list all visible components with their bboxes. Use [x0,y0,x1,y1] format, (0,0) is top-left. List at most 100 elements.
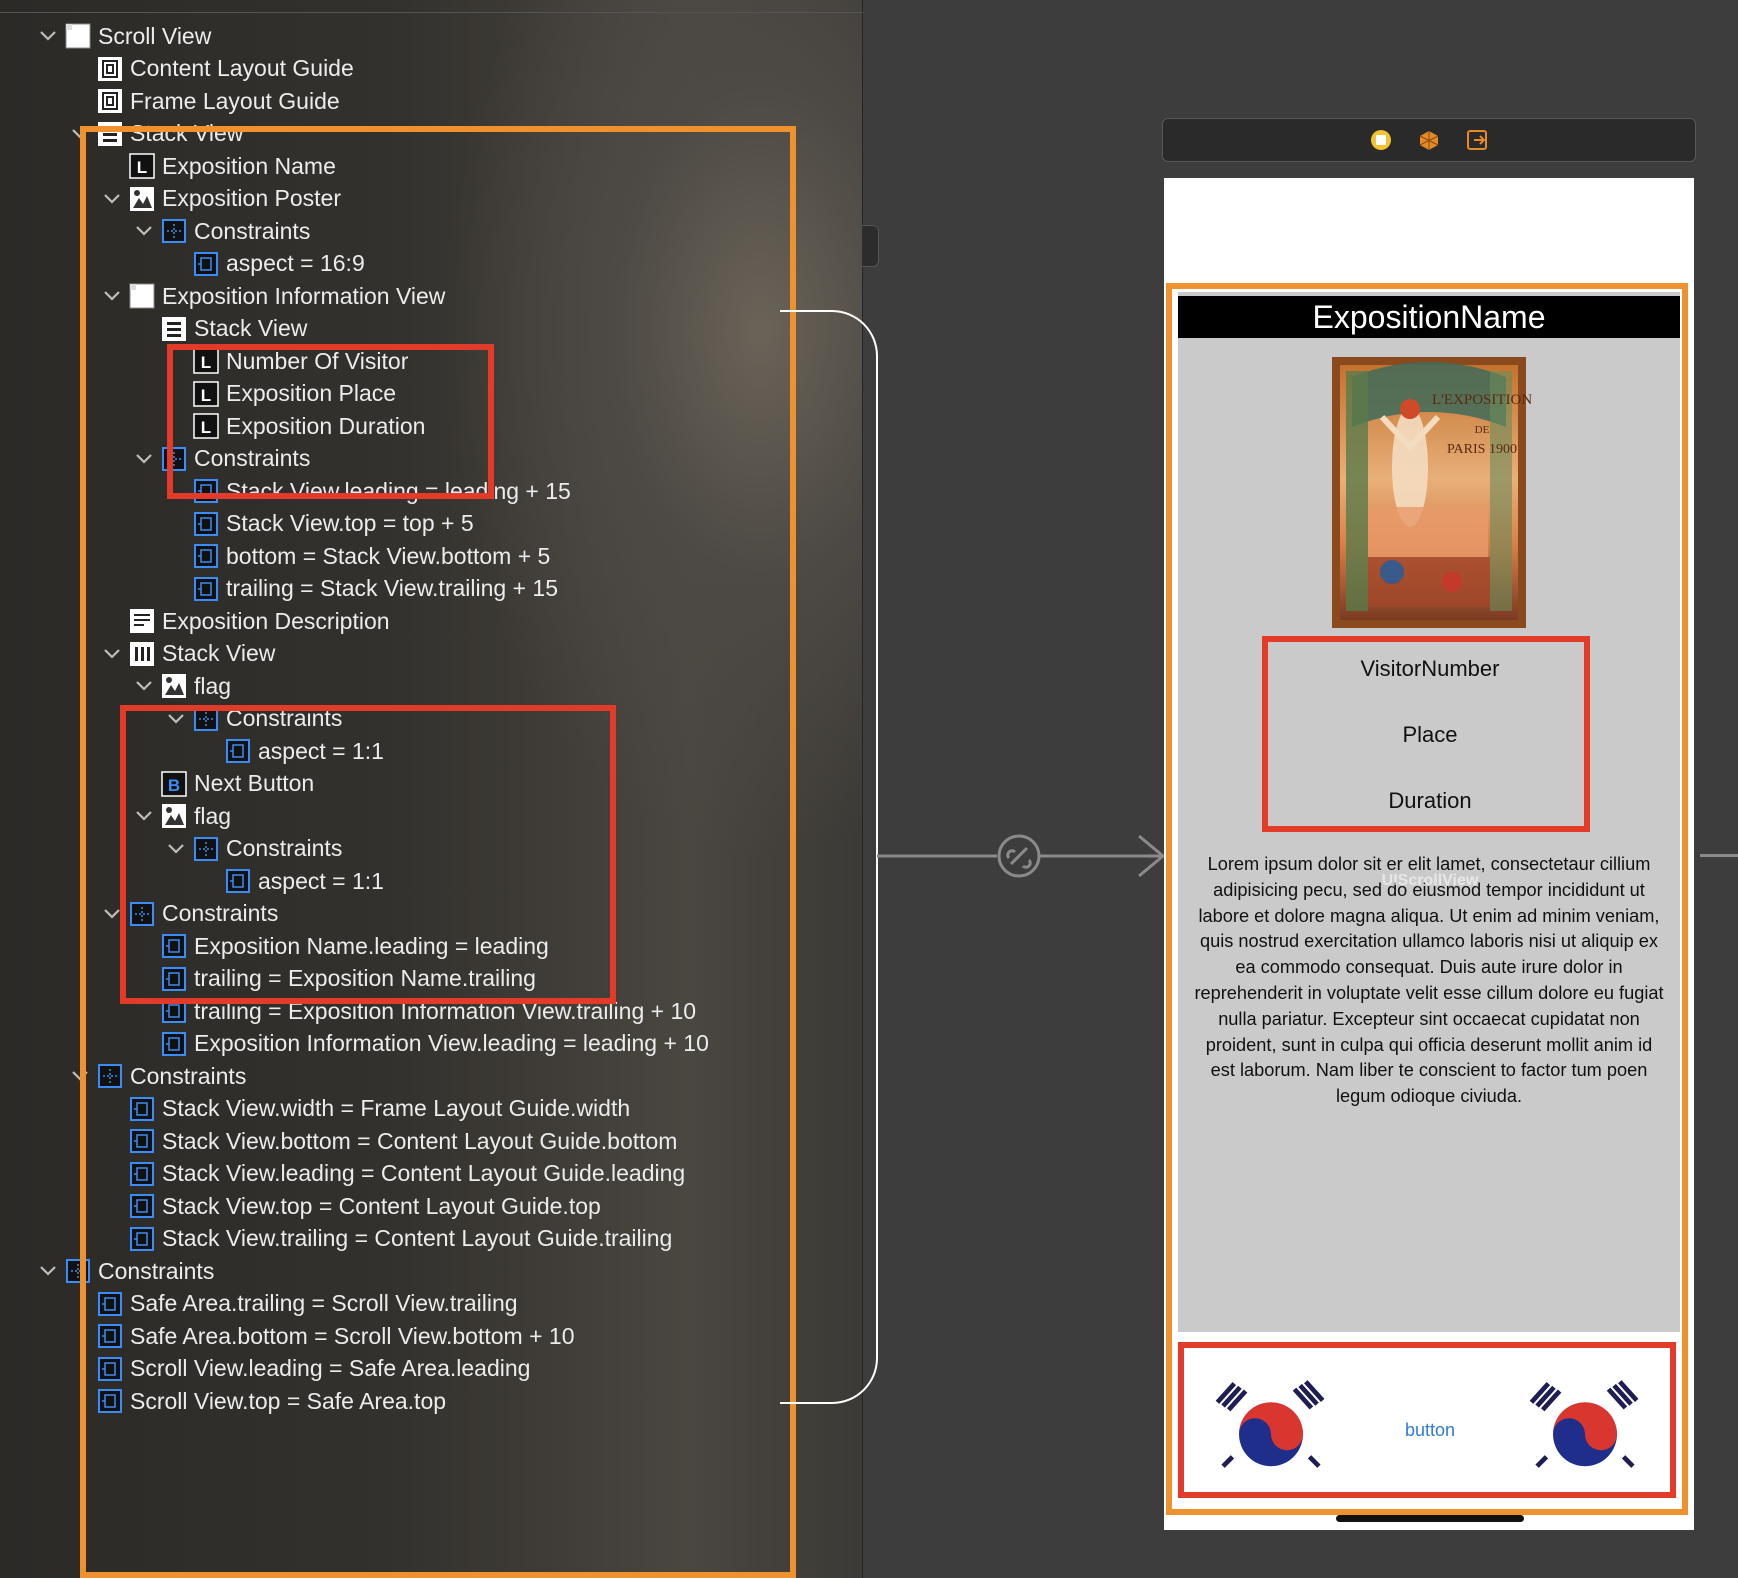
home-indicator [1336,1515,1524,1522]
outline-row[interactable]: L Exposition Place [165,377,396,411]
disclosure-chevron-icon[interactable] [101,188,123,210]
outline-row[interactable]: Exposition Description [101,604,390,638]
outline-row[interactable]: Stack View.bottom = Content Layout Guide… [101,1124,677,1158]
outline-row[interactable]: Constraints [133,442,310,476]
outline-row[interactable]: Stack View [69,117,243,151]
segue-arrow[interactable] [877,820,1167,892]
outline-row[interactable]: Scroll View.top = Safe Area.top [69,1384,446,1418]
scroll-view-ghost-label: UIScrollView [1381,872,1479,889]
outline-row[interactable]: Exposition Name.leading = leading [133,929,549,963]
outline-row[interactable]: Constraints [37,1254,214,1288]
outline-row-label: Scroll View [98,22,212,49]
outline-row[interactable]: Stack View.leading = leading + 15 [165,474,571,508]
outline-row-label: Exposition Information View [162,282,446,309]
outline-row-label: Safe Area.trailing = Scroll View.trailin… [130,1290,518,1316]
flag-right-image[interactable] [1520,1376,1650,1470]
outline-row[interactable]: trailing = Exposition Information View.t… [133,994,696,1028]
disclosure-chevron-icon[interactable] [69,1065,91,1087]
outline-row[interactable]: trailing = Exposition Name.trailing [133,962,536,996]
constraint-icon [97,1356,123,1382]
outline-row[interactable]: aspect = 16:9 [165,247,365,281]
label-icon: L [193,348,219,374]
exposition-name-label[interactable]: ExpositionName [1178,296,1680,338]
outline-row[interactable]: Constraints [165,702,342,736]
disclosure-chevron-icon[interactable] [133,805,155,827]
outline-row[interactable]: aspect = 1:1 [197,864,384,898]
outline-row[interactable]: Content Layout Guide [69,52,354,86]
outline-row-label: trailing = Exposition Information View.t… [194,997,697,1024]
exposition-description-text[interactable]: Lorem ipsum dolor sit er elit lamet, con… [1178,852,1680,1110]
disclosure-chevron-icon[interactable] [165,838,187,860]
outline-row-label: Stack View [162,640,276,666]
disclosure-chevron-icon[interactable] [133,675,155,697]
disclosure-chevron-icon[interactable] [37,25,59,47]
outline-row[interactable]: L Exposition Name [101,149,336,183]
outline-row[interactable]: Constraints [165,832,342,866]
disclosure-chevron-icon[interactable] [133,448,155,470]
first-responder-icon[interactable] [1418,129,1440,151]
disclosure-chevron-icon[interactable] [37,1260,59,1282]
outline-row[interactable]: flag [133,669,231,703]
outline-row[interactable]: Exposition Poster [101,182,341,216]
outline-row-label: flag [194,672,232,699]
outline-row[interactable]: bottom = Stack View.bottom + 5 [165,539,550,573]
outline-row-label: Stack View.top = top + 5 [226,510,474,536]
outline-row-label: aspect = 1:1 [258,737,384,764]
outline-row[interactable]: Stack View.top = Content Layout Guide.to… [101,1189,601,1223]
outline-row[interactable]: Safe Area.bottom = Scroll View.bottom + … [69,1319,575,1353]
disclosure-chevron-icon[interactable] [101,903,123,925]
outline-row[interactable]: flag [133,799,231,833]
outline-row[interactable]: Scroll View.leading = Safe Area.leading [69,1352,530,1386]
outline-row[interactable]: Stack View.trailing = Content Layout Gui… [101,1222,672,1256]
visitor-number-label[interactable]: VisitorNumber [1280,656,1580,682]
outline-row[interactable]: Safe Area.trailing = Scroll View.trailin… [69,1287,518,1321]
view-controller-icon[interactable] [1370,129,1392,151]
outline-row[interactable]: Stack View.leading = Content Layout Guid… [101,1157,685,1191]
outline-row[interactable]: Stack View.width = Frame Layout Guide.wi… [101,1092,630,1126]
outline-row[interactable]: Scroll View [37,19,211,53]
outline-row-label: Exposition Place [226,380,397,406]
description-line: est laborum. Nam liber te conscient to f… [1210,1060,1648,1081]
outline-row[interactable]: B Next Button [133,767,314,801]
outline-row-label: Constraints [130,1062,247,1089]
place-label[interactable]: Place [1280,722,1580,748]
disclosure-chevron-icon[interactable] [69,123,91,145]
outline-row[interactable]: Stack View.top = top + 5 [165,507,474,541]
canvas-scroll-handle[interactable] [862,225,879,267]
constraints-icon [129,901,155,927]
outline-row-label: Stack View.leading = Content Layout Guid… [162,1160,686,1186]
outline-row[interactable]: L Exposition Duration [165,409,425,443]
outline-row[interactable]: Exposition Information View.leading = le… [133,1027,709,1061]
outline-row[interactable]: Frame Layout Guide [69,84,340,118]
outline-row[interactable]: Constraints [101,897,278,931]
disclosure-chevron-icon[interactable] [133,220,155,242]
outline-row[interactable]: Constraints [69,1059,246,1093]
outline-row[interactable]: Stack View [133,312,307,346]
outline-row[interactable]: L Number Of Visitor [165,344,408,378]
outline-row[interactable]: Exposition Information View [101,279,445,313]
label-icon: L [129,153,155,179]
flag-left-image[interactable] [1206,1376,1336,1470]
exit-icon[interactable] [1466,129,1488,151]
constraint-icon [161,998,187,1024]
vertical-stack-icon [161,316,187,342]
next-button[interactable]: button [1380,1420,1480,1441]
duration-label[interactable]: Duration [1280,788,1580,814]
scene-dock [1162,118,1696,162]
disclosure-chevron-icon[interactable] [101,285,123,307]
outline-row[interactable]: trailing = Stack View.trailing + 15 [165,572,558,606]
outline-row[interactable]: aspect = 1:1 [197,734,384,768]
disclosure-chevron-icon[interactable] [165,708,187,730]
outline-row[interactable]: Stack View [101,637,275,671]
disclosure-chevron-icon[interactable] [101,643,123,665]
outline-row[interactable]: Constraints [133,214,310,248]
